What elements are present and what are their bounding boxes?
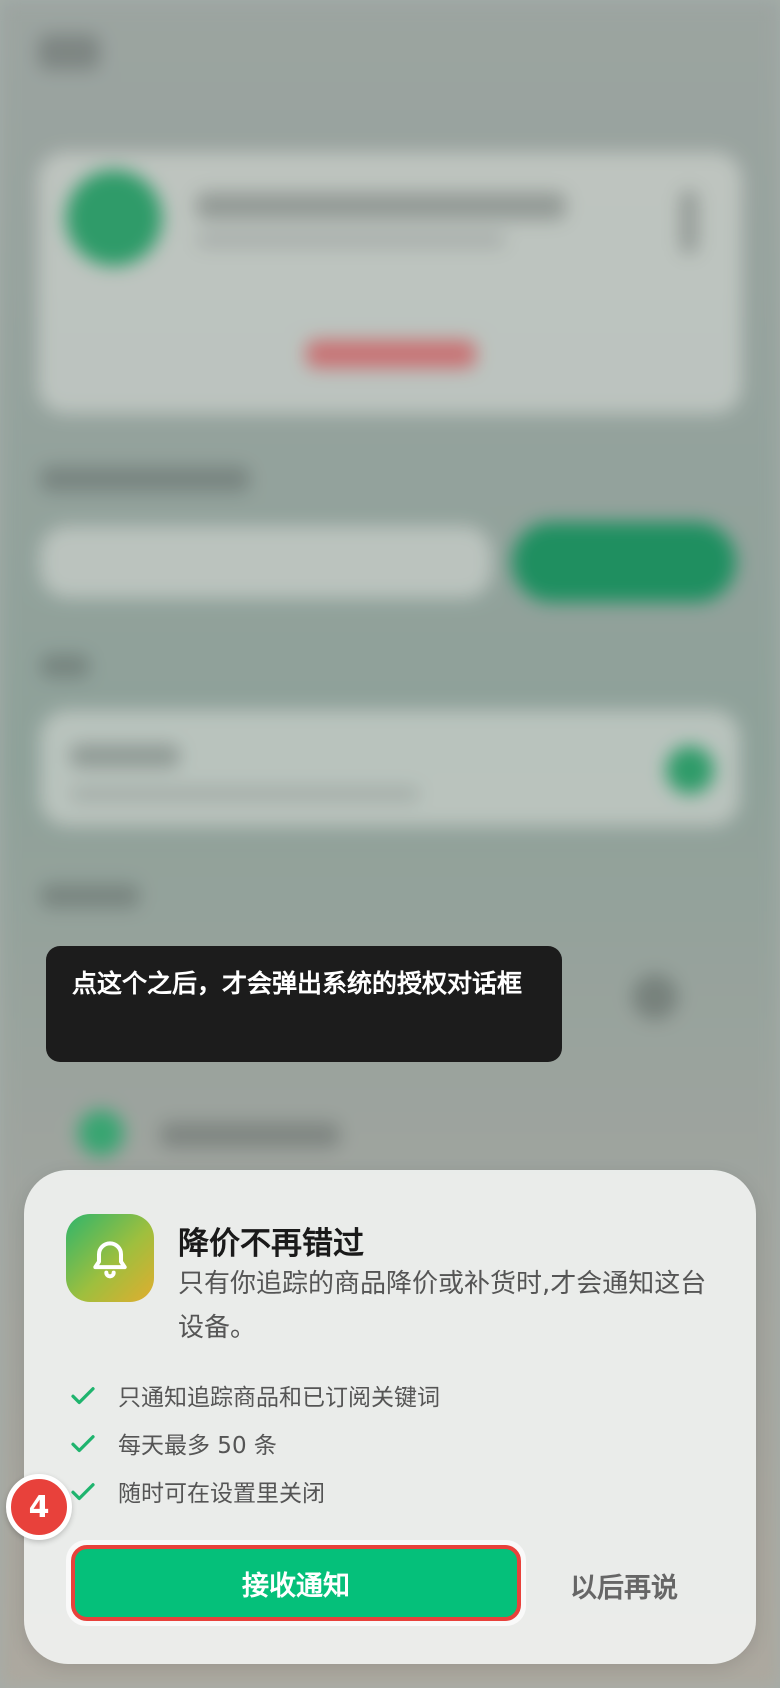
sheet-description: 只有你追踪的商品降价或补货时,才会通知这台设备。: [178, 1269, 707, 1343]
accept-notifications-button[interactable]: 接收通知: [71, 1545, 521, 1621]
check-icon: [71, 1483, 95, 1501]
bullet-text: 随时可在设置里关闭: [118, 1481, 325, 1507]
app-icon: [66, 1214, 154, 1302]
bullet-item: 每天最多 50 条: [68, 1426, 277, 1460]
step-badge: 4: [6, 1474, 72, 1540]
bell-icon: [93, 1241, 127, 1279]
bullet-item: 只通知追踪商品和已订阅关键词: [68, 1378, 440, 1412]
check-icon: [71, 1435, 95, 1453]
notification-permission-sheet: 降价不再错过 只有你追踪的商品降价或补货时,才会通知这台设备。 只通知追踪商品和…: [24, 1170, 756, 1664]
bullet-text: 只通知追踪商品和已订阅关键词: [118, 1385, 440, 1411]
check-icon: [71, 1387, 95, 1405]
bullet-item: 随时可在设置里关闭: [68, 1474, 325, 1508]
bullet-text: 每天最多 50 条: [118, 1433, 277, 1459]
hint-tooltip: 点这个之后，才会弹出系统的授权对话框: [46, 946, 562, 1062]
sheet-title: 降价不再错过: [178, 1226, 364, 1262]
hint-tooltip-text: 点这个之后，才会弹出系统的授权对话框: [72, 969, 523, 998]
later-button[interactable]: 以后再说: [570, 1566, 678, 1605]
accept-button-container: 接收通知: [66, 1540, 526, 1626]
